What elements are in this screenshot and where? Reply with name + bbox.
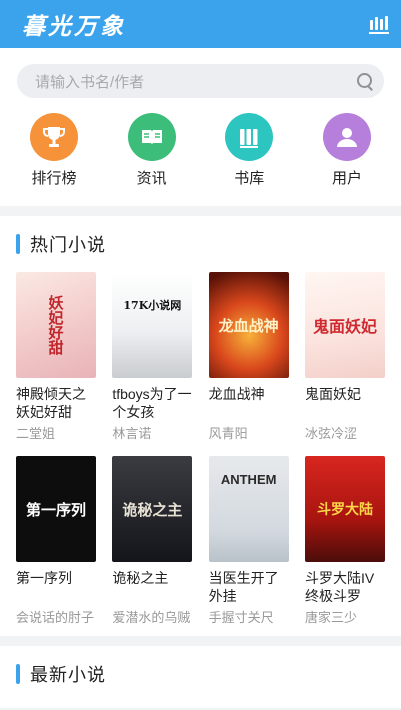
nav-user[interactable]: 用户 <box>312 113 382 188</box>
app-logo: 暮光万象 <box>22 13 126 40</box>
quick-nav: 排行榜 资讯 书库 用户 <box>17 113 384 188</box>
book-author: 风青阳 <box>208 426 248 441</box>
book-author: 冰弦冷涩 <box>304 426 357 441</box>
book-card[interactable]: 鬼面妖妃 鬼面妖妃 冰弦冷涩 <box>304 272 385 442</box>
trophy-icon <box>30 113 78 161</box>
book-grid: 妖妃好甜 神殿倾天之妖妃好甜 二堂姐 17K小说网 tfboys为了一个女孩 林… <box>0 272 401 626</box>
nav-library-label: 书库 <box>234 170 265 187</box>
hot-novels-section: 热门小说 妖妃好甜 神殿倾天之妖妃好甜 二堂姐 17K小说网 tfboys为了一… <box>0 216 401 636</box>
nav-library[interactable]: 书库 <box>214 113 284 188</box>
search-input[interactable]: 请输入书名/作者 <box>17 64 384 98</box>
app-header: 暮光万象 <box>0 0 401 48</box>
book-title: tfboys为了一个女孩 <box>112 386 192 420</box>
book-card[interactable]: 17K小说网 tfboys为了一个女孩 林言诺 <box>112 272 193 442</box>
book-cover: ANTHEM <box>208 456 289 562</box>
nav-ranking-label: 排行榜 <box>31 170 77 187</box>
book-title: 鬼面妖妃 <box>304 386 361 402</box>
book-title: 第一序列 <box>16 570 72 586</box>
book-title: 神殿倾天之妖妃好甜 <box>16 386 86 420</box>
book-cover: 鬼面妖妃 <box>304 272 385 378</box>
latest-novels-section: 最新小说 <box>0 646 401 708</box>
hot-novels-header: 热门小说 <box>0 230 401 258</box>
book-cover: 第一序列 <box>16 456 96 562</box>
nav-news-label: 资讯 <box>136 170 167 187</box>
book-title: 斗罗大陆IV终极斗罗 <box>304 570 375 604</box>
section-accent-bar <box>16 234 20 254</box>
books-icon <box>225 113 274 161</box>
book-cover: 斗罗大陆 <box>304 456 385 562</box>
book-author: 爱潜水的乌贼 <box>112 610 191 625</box>
book-cover: 诡秘之主 <box>112 456 193 562</box>
book-card[interactable]: 斗罗大陆 斗罗大陆IV终极斗罗 唐家三少 <box>304 456 385 626</box>
book-author: 手握寸关尺 <box>208 610 274 625</box>
top-panel: 请输入书名/作者 排行榜 资讯 书库 用户 <box>0 48 401 206</box>
bookshelf-icon[interactable] <box>369 14 389 34</box>
nav-ranking[interactable]: 排行榜 <box>19 113 89 188</box>
search-placeholder: 请输入书名/作者 <box>35 73 145 91</box>
book-title: 龙血战神 <box>208 386 265 402</box>
book-cover: 龙血战神 <box>208 272 289 378</box>
book-card[interactable]: 第一序列 第一序列 会说话的肘子 <box>16 456 96 626</box>
section-title: 最新小说 <box>30 665 106 685</box>
book-author: 唐家三少 <box>304 610 357 625</box>
book-title: 诡秘之主 <box>112 570 169 586</box>
book-author: 会说话的肘子 <box>16 610 95 625</box>
nav-news[interactable]: 资讯 <box>117 113 187 188</box>
latest-novels-header: 最新小说 <box>0 660 401 688</box>
book-cover: 妖妃好甜 <box>16 272 96 378</box>
book-author: 林言诺 <box>112 426 152 441</box>
news-icon <box>127 113 176 161</box>
section-title: 热门小说 <box>30 235 106 255</box>
section-accent-bar <box>16 664 20 684</box>
book-cover: 17K小说网 <box>112 272 193 378</box>
book-card[interactable]: 龙血战神 龙血战神 风青阳 <box>208 272 289 442</box>
book-card[interactable]: 妖妃好甜 神殿倾天之妖妃好甜 二堂姐 <box>16 272 96 442</box>
book-author: 二堂姐 <box>16 426 56 441</box>
book-card[interactable]: ANTHEM 当医生开了外挂 手握寸关尺 <box>208 456 289 626</box>
search-icon[interactable] <box>356 72 374 90</box>
book-card[interactable]: 诡秘之主 诡秘之主 爱潜水的乌贼 <box>112 456 193 626</box>
user-icon <box>322 113 371 161</box>
book-title: 当医生开了外挂 <box>208 570 279 604</box>
nav-user-label: 用户 <box>331 170 362 187</box>
